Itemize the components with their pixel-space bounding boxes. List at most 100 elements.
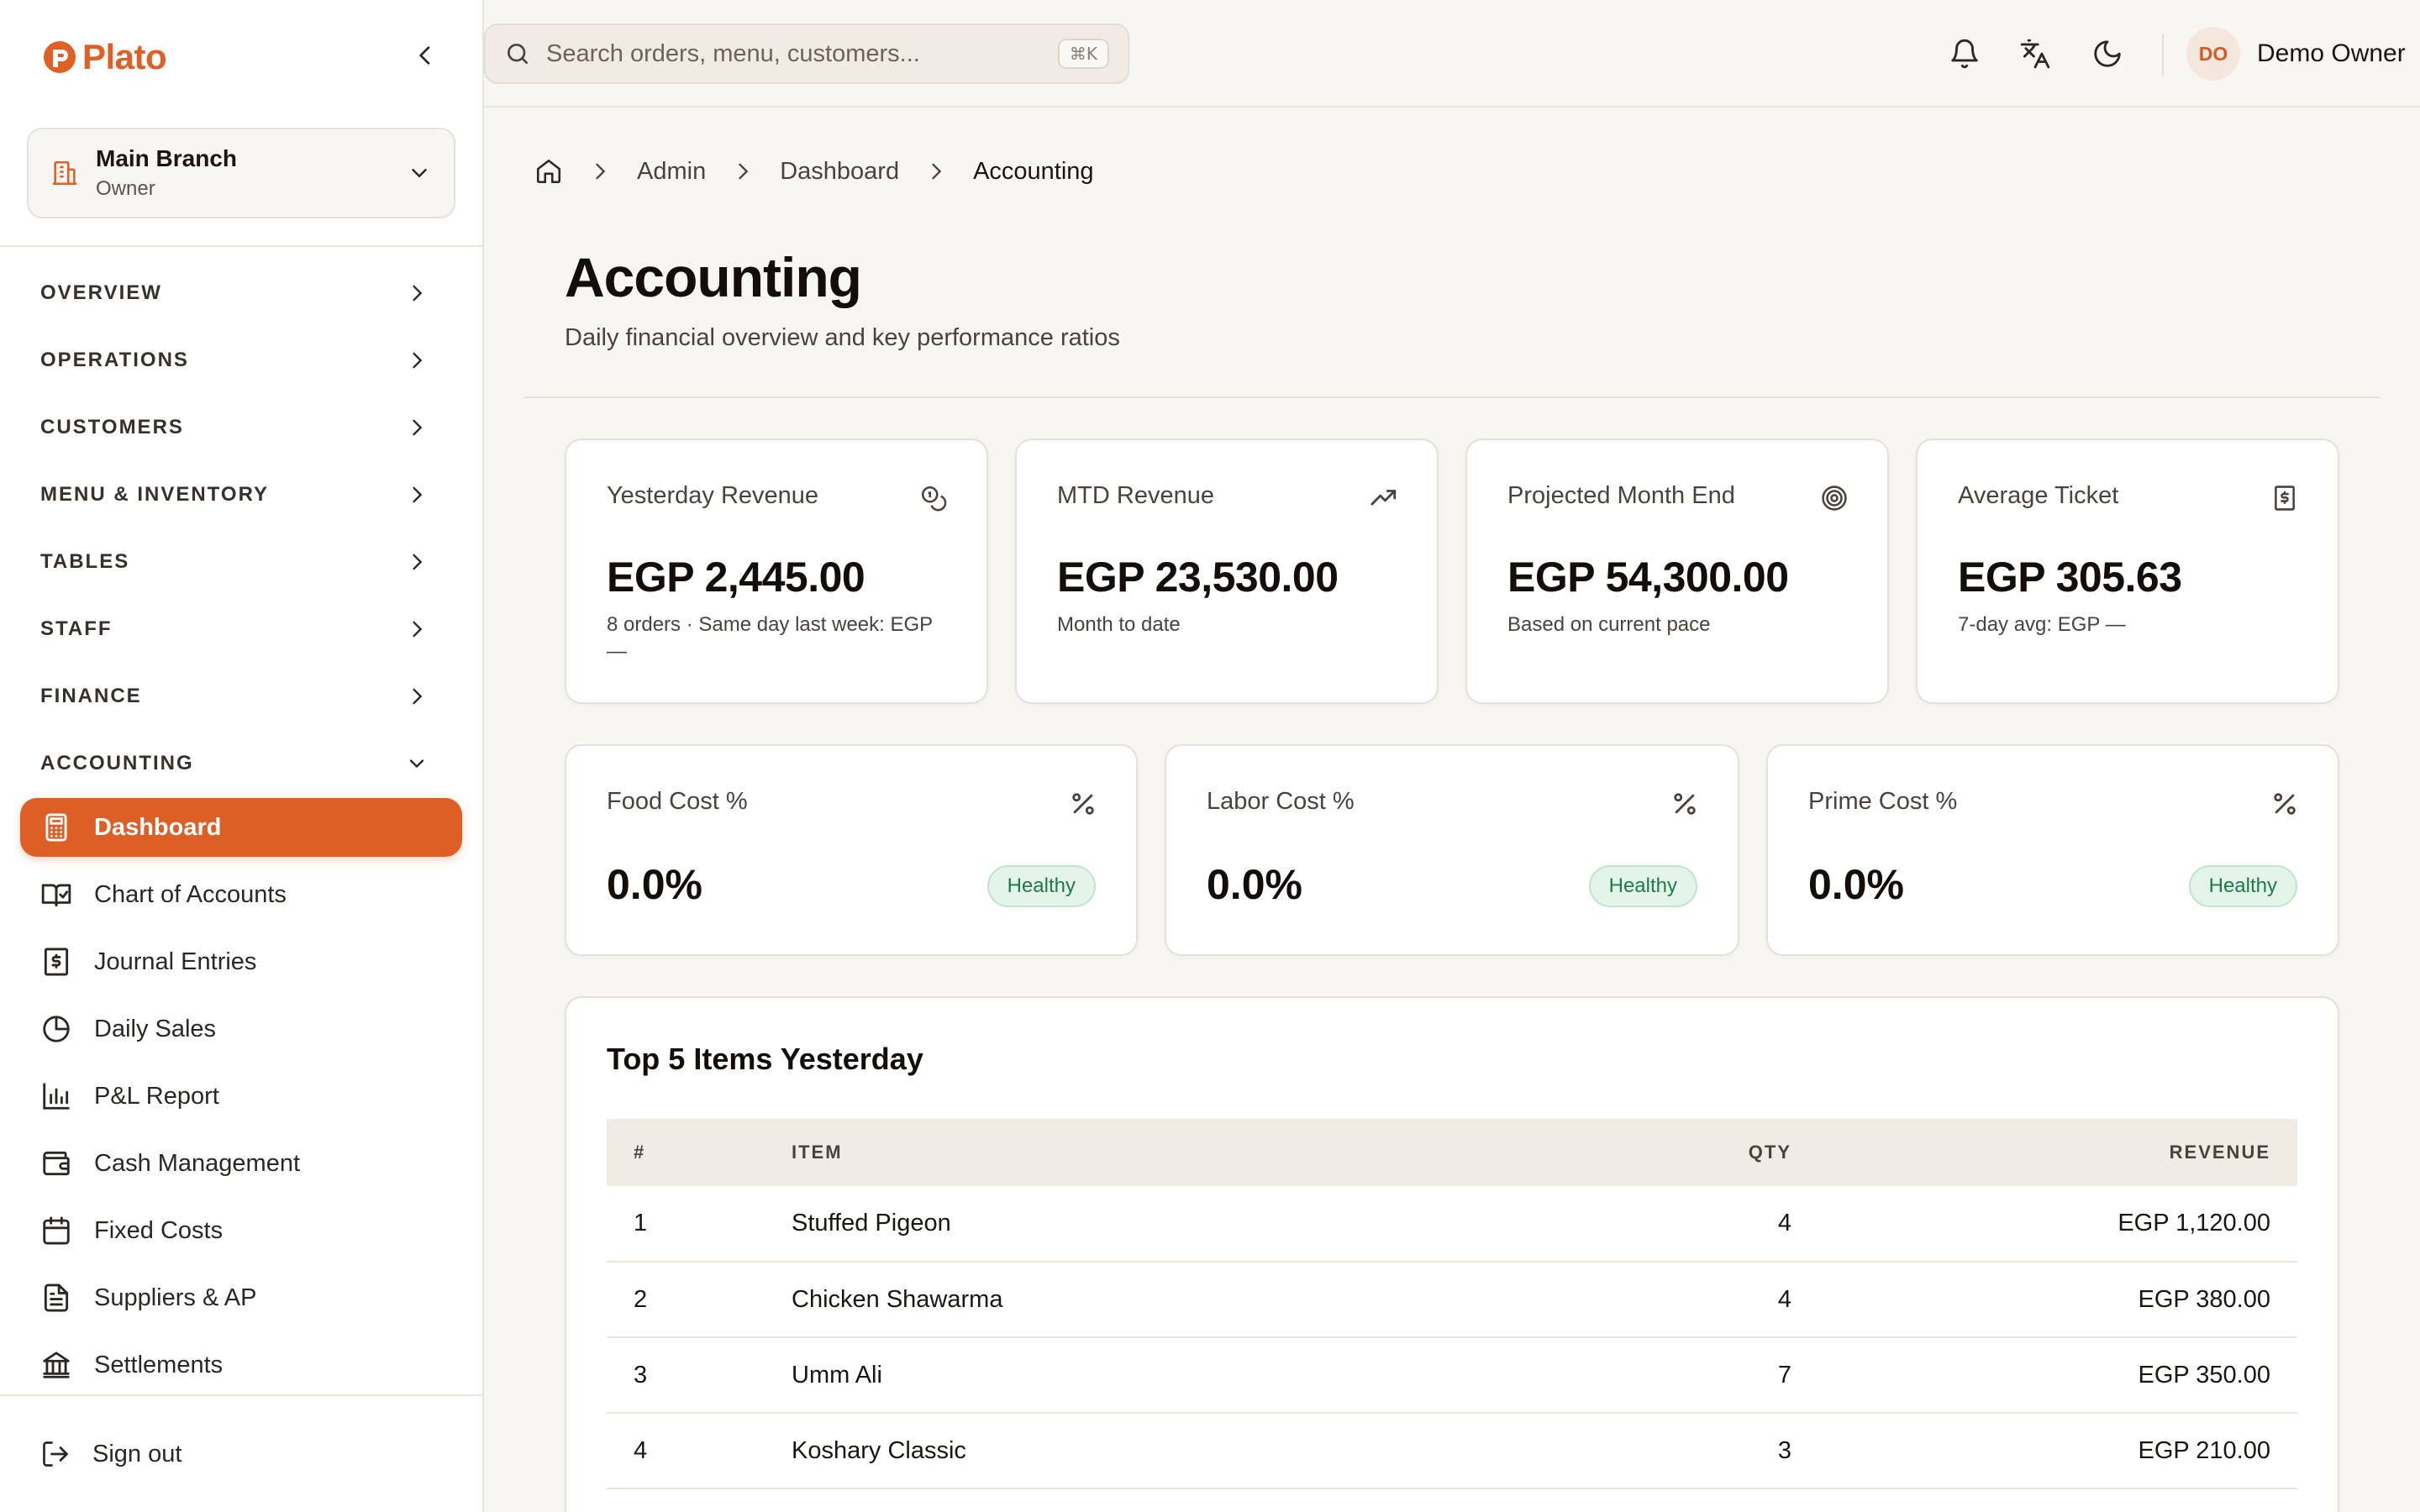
home-icon[interactable]	[534, 157, 563, 186]
target-icon	[1822, 486, 1847, 511]
nav-section-menu-inventory[interactable]: MENU & INVENTORY	[20, 467, 449, 522]
chevron-right-icon	[413, 419, 423, 436]
moon-icon	[2094, 40, 2121, 67]
cell-qty: 4	[1548, 1186, 1791, 1263]
nav-section-customers[interactable]: CUSTOMERS	[20, 400, 449, 455]
branch-selector[interactable]: Main Branch Owner	[27, 128, 455, 218]
table-row: 2 Chicken Shawarma 4 EGP 380.00	[607, 1262, 2297, 1338]
collapse-sidebar-button[interactable]	[407, 37, 444, 74]
wallet-icon	[43, 1151, 70, 1176]
sidebar-item-label: Daily Sales	[94, 1015, 217, 1042]
cell-rank: 3	[607, 1337, 792, 1414]
sign-out-label: Sign out	[92, 1440, 182, 1467]
nav-section-staff[interactable]: STAFF	[20, 601, 449, 657]
book-check-icon	[41, 884, 71, 907]
top-items-card: Top 5 Items Yesterday # ITEM QTY REVENUE…	[565, 996, 2339, 1512]
sidebar-item-dashboard[interactable]: Dashboard	[20, 798, 462, 857]
ratio-label: Prime Cost %	[1808, 788, 1958, 815]
sidebar-item-label: Chart of Accounts	[94, 880, 287, 908]
translate-icon	[2020, 39, 2050, 69]
sidebar-item-pl-report[interactable]: P&L Report	[20, 1067, 462, 1126]
top-bar-divider	[2162, 34, 2164, 76]
breadcrumb: Admin Dashboard Accounting	[534, 151, 1094, 192]
calendar-icon	[43, 1216, 70, 1245]
cell-qty: 4	[1548, 1262, 1791, 1338]
cell-item: Koshary Classic	[792, 1413, 1548, 1489]
ratio-label: Food Cost %	[607, 788, 748, 815]
nav-section-label: ACCOUNTING	[40, 752, 194, 774]
percent-icon	[1674, 793, 1696, 815]
nav-section-finance[interactable]: FINANCE	[20, 669, 449, 724]
kpi-card-yesterday-revenue: Yesterday Revenue EGP 2,445.00 8 orders …	[565, 438, 988, 704]
chevron-right-icon	[413, 486, 423, 503]
bank-icon	[43, 1352, 70, 1378]
sidebar: Plato Main Branch Owner OVERVIEW OPERATI…	[0, 0, 484, 1512]
chevron-left-icon	[419, 46, 430, 65]
kpi-value: EGP 23,530.00	[1057, 554, 1339, 601]
cell-qty: 3	[1548, 1413, 1791, 1489]
search-icon	[508, 44, 528, 64]
top-bar: ⌘K DO Demo Owner	[484, 0, 2420, 108]
cell-rank: 1	[607, 1186, 792, 1263]
column-header-qty: QTY	[1548, 1119, 1791, 1186]
theme-toggle-button[interactable]	[2087, 34, 2128, 74]
brand[interactable]: Plato	[42, 34, 167, 81]
kpi-subtext: Month to date	[1057, 613, 1181, 636]
search-input[interactable]	[546, 39, 1043, 68]
page-subtitle: Daily financial overview and key perform…	[565, 324, 1120, 351]
cell-revenue: EGP 1,120.00	[1791, 1186, 2297, 1263]
bell-icon	[1951, 39, 1978, 69]
sidebar-item-fixed-costs[interactable]: Fixed Costs	[20, 1201, 462, 1260]
header-divider	[524, 396, 2380, 398]
search-box[interactable]: ⌘K	[484, 24, 1129, 84]
ratio-card-labor-cost: Labor Cost % 0.0% Healthy	[1165, 744, 1739, 956]
top-items-table: # ITEM QTY REVENUE 1 Stuffed Pigeon 4 EG…	[607, 1119, 2297, 1489]
ratio-value: 0.0%	[607, 861, 702, 908]
nav-section-accounting[interactable]: ACCOUNTING	[20, 736, 449, 791]
page-title: Accounting	[565, 246, 862, 308]
nav-section-operations[interactable]: OPERATIONS	[20, 333, 449, 388]
cell-rank: 4	[607, 1413, 792, 1489]
ratio-value: 0.0%	[1808, 861, 1904, 908]
sign-out-button[interactable]: Sign out	[20, 1425, 462, 1483]
sidebar-item-settlements[interactable]: Settlements	[20, 1336, 462, 1394]
breadcrumb-admin[interactable]: Admin	[637, 158, 706, 186]
nav-section-label: TABLES	[40, 550, 130, 573]
file-text-icon	[44, 1284, 69, 1312]
nav-section-overview[interactable]: OVERVIEW	[20, 265, 449, 321]
breadcrumb-dashboard[interactable]: Dashboard	[780, 158, 899, 186]
chevron-right-icon	[413, 285, 423, 302]
sidebar-item-label: Suppliers & AP	[94, 1284, 257, 1311]
kpi-subtext: 8 orders · Same day last week: EGP —	[607, 613, 933, 663]
log-out-icon	[43, 1441, 68, 1467]
app-name: Plato	[82, 37, 167, 76]
table-row: 3 Umm Ali 7 EGP 350.00	[607, 1337, 2297, 1414]
kpi-label: Projected Month End	[1507, 482, 1735, 509]
calculator-icon	[45, 813, 67, 842]
nav-section-label: OPERATIONS	[40, 349, 189, 371]
sidebar-item-chart-of-accounts[interactable]: Chart of Accounts	[20, 865, 462, 924]
top-items-title: Top 5 Items Yesterday	[607, 1042, 923, 1076]
user-menu[interactable]: DO Demo Owner	[2186, 27, 2406, 81]
trending-up-icon	[1370, 490, 1397, 506]
language-button[interactable]	[2015, 34, 2055, 74]
branch-name: Main Branch	[96, 145, 238, 171]
coins-icon	[921, 486, 947, 512]
nav-section-label: FINANCE	[40, 685, 142, 707]
sidebar-item-label: Settlements	[94, 1351, 224, 1378]
notifications-button[interactable]	[1944, 34, 1985, 74]
kpi-card-average-ticket: Average Ticket EGP 305.63 7-day avg: EGP…	[1916, 438, 2339, 704]
nav-section-tables[interactable]: TABLES	[20, 534, 449, 590]
sidebar-item-suppliers-ap[interactable]: Suppliers & AP	[20, 1268, 462, 1327]
sidebar-item-label: Fixed Costs	[94, 1216, 224, 1244]
sidebar-item-journal-entries[interactable]: Journal Entries	[20, 932, 462, 991]
nav-section-label: STAFF	[40, 617, 113, 640]
column-header-item: ITEM	[792, 1119, 1548, 1186]
cell-rank: 2	[607, 1262, 792, 1338]
sidebar-item-daily-sales[interactable]: Daily Sales	[20, 1000, 462, 1058]
sidebar-item-label: P&L Report	[94, 1082, 219, 1110]
cell-item: Umm Ali	[792, 1337, 1548, 1414]
table-row: 4 Koshary Classic 3 EGP 210.00	[607, 1413, 2297, 1489]
cell-qty: 7	[1548, 1337, 1791, 1414]
sidebar-item-cash-management[interactable]: Cash Management	[20, 1134, 462, 1193]
